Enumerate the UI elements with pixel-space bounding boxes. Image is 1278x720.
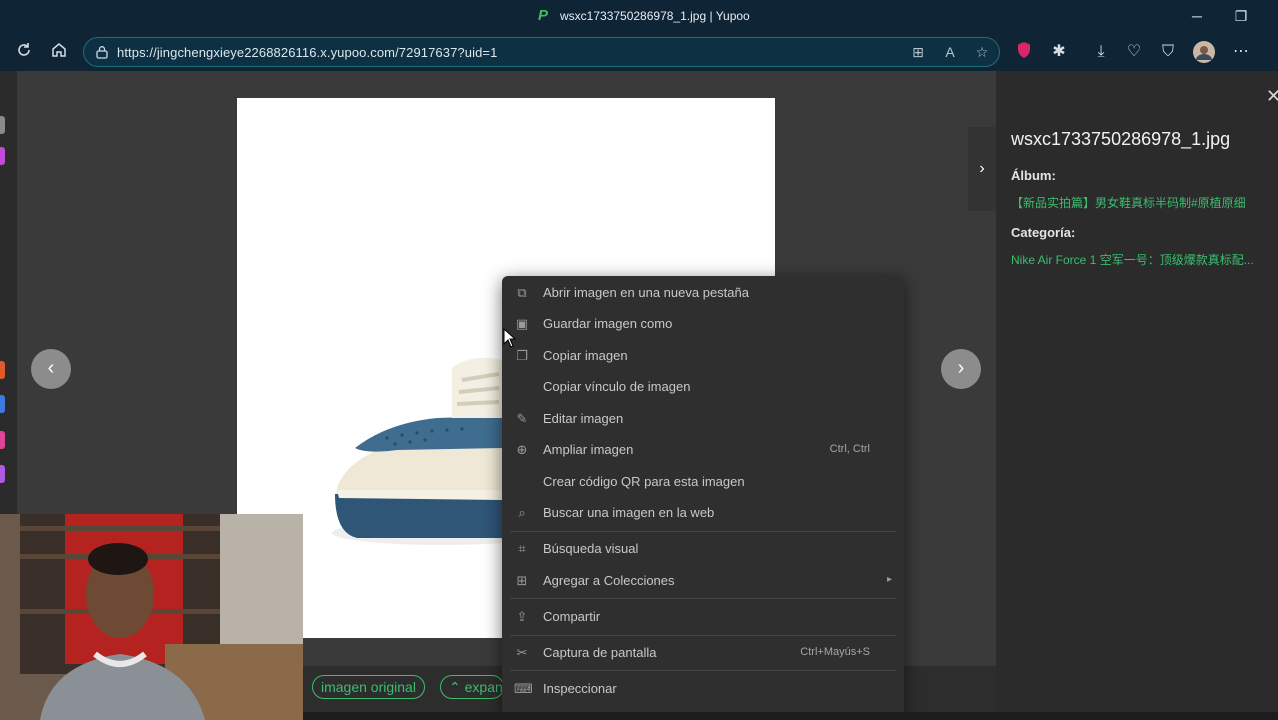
copy-image-icon: ❐ <box>516 348 528 363</box>
context-menu: ⧉ Abrir imagen en una nueva pestaña ▣ Gu… <box>502 276 904 716</box>
menu-item-label: Ampliar imagen <box>543 442 634 457</box>
menu-item-visual-search[interactable]: ⌗ Búsqueda visual <box>502 535 904 563</box>
sidebar-app-icon[interactable] <box>0 361 5 379</box>
menu-item-copy-image-link[interactable]: Copiar vínculo de imagen <box>502 373 904 401</box>
window-title: P wsxc1733750286978_1.jpg | Yupoo <box>538 7 750 24</box>
menu-separator <box>510 635 896 636</box>
menu-item-label: Agregar a Colecciones <box>543 573 675 588</box>
sidebar-app-icon[interactable] <box>0 116 5 134</box>
downloads-icon[interactable]: ⤓ <box>1090 41 1112 63</box>
expand-button[interactable]: ⌃ expan <box>440 675 504 699</box>
menu-item-label: Copiar imagen <box>543 348 628 363</box>
share-icon: ⇪ <box>516 609 528 624</box>
browser-toolbar: https://jingchengxieye2268826116.x.yupoo… <box>0 34 1278 71</box>
menu-item-add-collections[interactable]: ⊞ Agregar a Colecciones ▸ <box>502 567 904 595</box>
more-menu-icon[interactable]: ⋯ <box>1230 41 1252 63</box>
yupoo-logo-icon: P <box>538 7 549 24</box>
favorite-star-icon[interactable]: ☆ <box>972 42 992 62</box>
menu-item-copy-image[interactable]: ❐ Copiar imagen <box>502 342 904 370</box>
category-link[interactable]: Nike Air Force 1 空军一号：顶级爆款真标配... <box>1011 251 1278 268</box>
home-icon[interactable] <box>48 41 70 63</box>
screenshot-icon: ✂ <box>516 645 528 660</box>
profile-avatar[interactable] <box>1193 41 1215 63</box>
menu-item-share[interactable]: ⇪ Compartir <box>502 603 904 631</box>
shield-extension-icon[interactable] <box>1013 41 1035 63</box>
menu-item-open-new-tab[interactable]: ⧉ Abrir imagen en una nueva pestaña <box>502 279 904 307</box>
security-icon[interactable]: ⛉ <box>1157 41 1179 63</box>
menu-separator <box>510 531 896 532</box>
webcam-overlay <box>0 514 303 720</box>
edit-image-icon: ✎ <box>516 411 528 426</box>
menu-item-label: Inspeccionar <box>543 681 617 696</box>
menu-item-label: Buscar una imagen en la web <box>543 505 715 520</box>
menu-item-shortcut: Ctrl+Mayús+S <box>800 646 870 658</box>
taskbar-edge <box>303 712 1278 720</box>
menu-item-create-qr[interactable]: Crear código QR para esta imagen <box>502 468 904 496</box>
menu-item-label: Copiar vínculo de imagen <box>543 379 691 394</box>
submenu-arrow-icon: ▸ <box>886 574 892 585</box>
panel-toggle-button[interactable]: › <box>968 127 996 211</box>
mouse-cursor-icon <box>503 328 517 348</box>
album-label: Álbum: <box>1011 168 1056 183</box>
lock-icon <box>96 46 108 59</box>
menu-item-edit-image[interactable]: ✎ Editar imagen <box>502 405 904 433</box>
read-aloud-icon[interactable]: A <box>940 42 960 62</box>
collections-icon: ⊞ <box>516 573 528 588</box>
restore-button[interactable]: ❐ <box>1230 6 1252 26</box>
original-image-button[interactable]: imagen original <box>312 675 425 699</box>
refresh-icon[interactable] <box>13 41 35 63</box>
sidebar-app-icon[interactable] <box>0 147 5 165</box>
inspect-icon: ⌨ <box>514 681 533 696</box>
menu-item-zoom-image[interactable]: ⊕ Ampliar imagen Ctrl, Ctrl <box>502 436 904 464</box>
menu-item-label: Compartir <box>543 609 601 624</box>
tab-title: wsxc1733750286978_1.jpg | Yupoo <box>560 9 750 23</box>
menu-item-save-image[interactable]: ▣ Guardar imagen como <box>502 310 904 338</box>
url-text[interactable]: https://jingchengxieye2268826116.x.yupoo… <box>117 45 497 60</box>
title-bar: P wsxc1733750286978_1.jpg | Yupoo ─ ❐ <box>0 0 1278 34</box>
sidebar-app-icon[interactable] <box>0 465 5 483</box>
health-icon[interactable]: ♡ <box>1123 41 1145 63</box>
menu-separator <box>510 598 896 599</box>
sidebar-app-icon[interactable] <box>0 395 5 413</box>
address-bar[interactable]: https://jingchengxieye2268826116.x.yupoo… <box>83 37 1000 67</box>
sidebar-app-icon[interactable] <box>0 431 5 449</box>
menu-item-label: Editar imagen <box>543 411 624 426</box>
album-link[interactable]: 【新品实拍篇】男女鞋真标半码制#原植原细 <box>1011 194 1278 211</box>
extensions-icon[interactable]: ✱ <box>1048 41 1070 63</box>
app-grid-icon[interactable]: ⊞ <box>908 42 928 62</box>
minimize-button[interactable]: ─ <box>1186 6 1208 26</box>
menu-item-label: Crear código QR para esta imagen <box>543 474 745 489</box>
visual-search-icon: ⌗ <box>518 541 526 556</box>
new-tab-icon: ⧉ <box>517 285 527 300</box>
menu-item-label: Guardar imagen como <box>543 316 673 331</box>
previous-image-button[interactable]: ‹ <box>31 349 71 389</box>
menu-item-label: Búsqueda visual <box>543 541 639 556</box>
menu-item-label: Abrir imagen en una nueva pestaña <box>543 285 749 300</box>
menu-item-shortcut: Ctrl, Ctrl <box>829 443 870 455</box>
menu-item-search-image-web[interactable]: ⌕ Buscar una imagen en la web <box>502 499 904 527</box>
close-icon[interactable]: ✕ <box>1266 86 1278 107</box>
category-label: Categoría: <box>1011 225 1076 240</box>
menu-item-screenshot[interactable]: ✂ Captura de pantalla Ctrl+Mayús+S <box>502 639 904 667</box>
image-filename: wsxc1733750286978_1.jpg <box>1011 129 1231 149</box>
menu-item-label: Captura de pantalla <box>543 645 657 660</box>
image-search-icon: ⌕ <box>518 505 526 520</box>
menu-item-inspect[interactable]: ⌨ Inspeccionar <box>502 675 904 703</box>
menu-separator <box>510 670 896 671</box>
next-image-button[interactable]: › <box>941 349 981 389</box>
zoom-icon: ⊕ <box>516 442 528 457</box>
webcam-person-image <box>0 514 303 720</box>
